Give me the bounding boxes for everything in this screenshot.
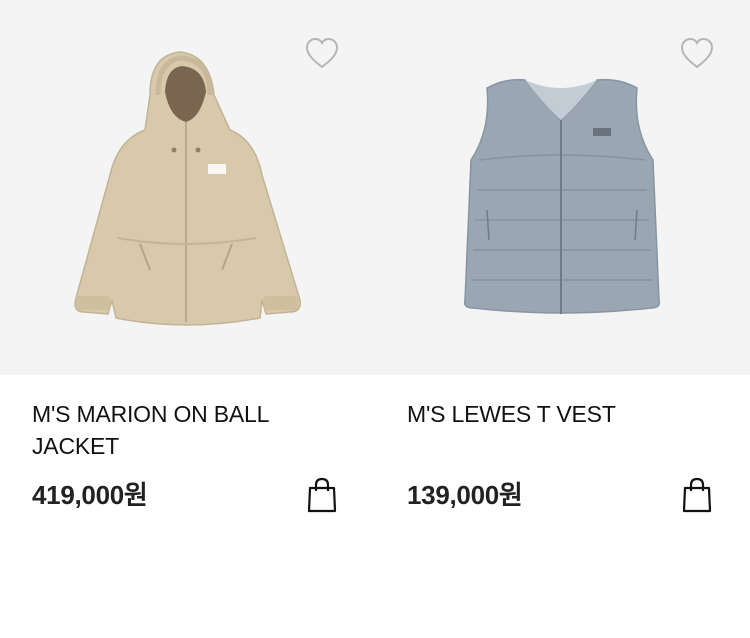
shopping-bag-icon[interactable] [680,476,714,514]
heart-outline-icon[interactable] [304,36,340,70]
heart-outline-icon[interactable] [679,36,715,70]
shopping-bag-icon[interactable] [305,476,339,514]
product-card[interactable]: M'S LEWES T VEST 139,000원 [375,0,750,638]
product-image[interactable] [0,0,375,375]
product-price: 139,000원 [407,480,523,510]
product-name[interactable]: M'S LEWES T VEST [407,398,707,430]
product-price: 419,000원 [32,480,148,510]
product-name[interactable]: M'S MARION ON BALL JACKET [32,398,332,462]
product-grid: M'S MARION ON BALL JACKET 419,000원 M'S L… [0,0,750,638]
product-card[interactable]: M'S MARION ON BALL JACKET 419,000원 [0,0,375,638]
product-image[interactable] [375,0,750,375]
